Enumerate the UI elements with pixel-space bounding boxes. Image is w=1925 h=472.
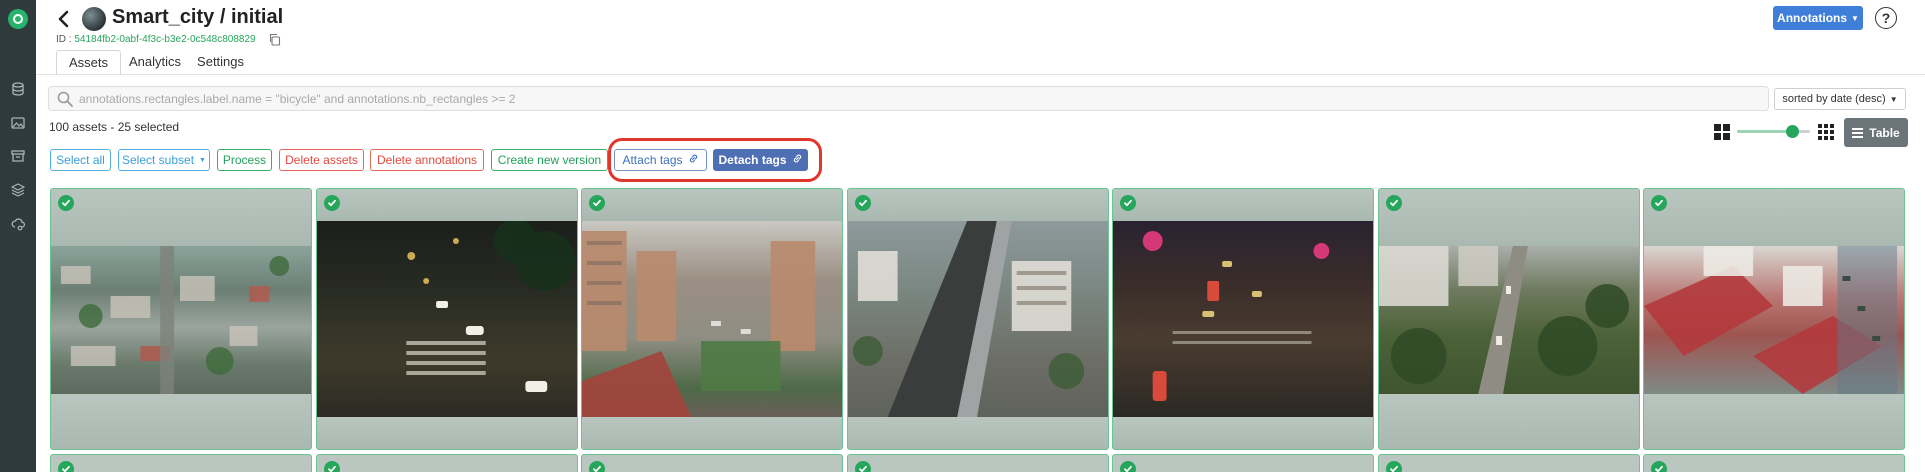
asset-card[interactable] [1112,454,1374,472]
asset-card[interactable] [581,454,843,472]
asset-thumbnail [51,246,311,394]
delete-assets-button[interactable]: Delete assets [279,149,364,171]
select-subset-label: Select subset [122,153,195,167]
check-icon[interactable] [58,195,74,211]
check-icon[interactable] [324,195,340,211]
asset-thumbnail [582,221,842,417]
selection-count: 100 assets - 25 selected [49,120,180,134]
image-icon[interactable] [11,116,25,130]
check-icon[interactable] [589,195,605,211]
list-icon [1852,127,1864,138]
asset-thumbnail [848,221,1108,417]
zoom-slider[interactable] [1737,125,1810,138]
asset-card[interactable] [316,188,578,450]
tab-analytics[interactable]: Analytics [121,50,189,75]
process-button[interactable]: Process [217,149,272,171]
check-icon[interactable] [1386,195,1402,211]
asset-thumbnail [1644,246,1904,394]
check-icon[interactable] [1651,461,1667,472]
copy-icon[interactable] [268,33,281,46]
check-icon[interactable] [855,195,871,211]
asset-card[interactable] [1378,454,1640,472]
asset-thumbnail [1379,246,1639,394]
search-icon [57,91,73,107]
zoom-slider-fill [1737,130,1792,133]
caret-down-icon: ▼ [1889,94,1898,104]
left-rail [0,0,36,472]
table-view-button[interactable]: Table [1844,118,1908,147]
tab-settings[interactable]: Settings [189,50,252,75]
check-icon[interactable] [324,461,340,472]
storage-icon[interactable] [11,149,25,163]
chevron-left-icon[interactable] [55,9,73,29]
check-icon[interactable] [58,461,74,472]
tags-highlight-annotation [608,138,822,182]
check-icon[interactable] [1120,195,1136,211]
layers-icon[interactable] [11,183,25,197]
annotations-dropdown-button[interactable]: Annotations ▼ [1773,6,1863,30]
asset-card[interactable] [847,188,1109,450]
small-grid-icon[interactable] [1818,124,1834,140]
asset-card[interactable] [1643,188,1905,450]
asset-card[interactable] [50,454,312,472]
project-avatar [82,7,106,31]
check-icon[interactable] [1120,461,1136,472]
create-new-version-button[interactable]: Create new version [491,149,608,171]
project-id: ID : 54184fb2-0abf-4f3c-b3e2-0c548c80882… [56,34,256,45]
sort-selected: sorted by date (desc) [1782,93,1886,105]
asset-card[interactable] [50,188,312,450]
tab-assets[interactable]: Assets [56,50,122,75]
search-input[interactable] [79,89,1759,109]
app-logo-icon[interactable] [8,9,28,29]
id-label: ID : [56,34,75,45]
check-icon[interactable] [589,461,605,472]
asset-card[interactable] [581,188,843,450]
annotations-label: Annotations [1777,11,1848,25]
help-icon[interactable]: ? [1875,7,1897,29]
asset-thumbnail [317,219,577,417]
zoom-slider-handle[interactable] [1785,125,1799,138]
asset-thumbnail [1113,221,1373,417]
database-icon[interactable] [11,82,25,96]
cloud-settings-icon[interactable] [11,217,25,231]
asset-card[interactable] [1112,188,1374,450]
id-value: 54184fb2-0abf-4f3c-b3e2-0c548c808829 [74,34,256,45]
tab-divider [36,74,1925,75]
check-icon[interactable] [1651,195,1667,211]
caret-down-icon: ▼ [1851,13,1859,23]
table-label: Table [1869,125,1900,140]
search-bar [48,86,1769,111]
select-subset-button[interactable]: Select subset ▼ [118,149,210,171]
page-title: Smart_city / initial [112,6,284,28]
select-all-button[interactable]: Select all [50,149,111,171]
check-icon[interactable] [1386,461,1402,472]
asset-card[interactable] [847,454,1109,472]
asset-card[interactable] [1643,454,1905,472]
check-icon[interactable] [855,461,871,472]
asset-card[interactable] [1378,188,1640,450]
delete-annotations-button[interactable]: Delete annotations [370,149,484,171]
large-grid-icon[interactable] [1714,124,1730,140]
asset-card[interactable] [316,454,578,472]
app-root: Smart_city / initial ID : 54184fb2-0abf-… [0,0,1925,472]
tab-bar: Assets Analytics Settings [56,50,252,75]
sort-select[interactable]: sorted by date (desc) ▼ [1774,88,1906,110]
caret-down-icon: ▼ [199,156,206,164]
